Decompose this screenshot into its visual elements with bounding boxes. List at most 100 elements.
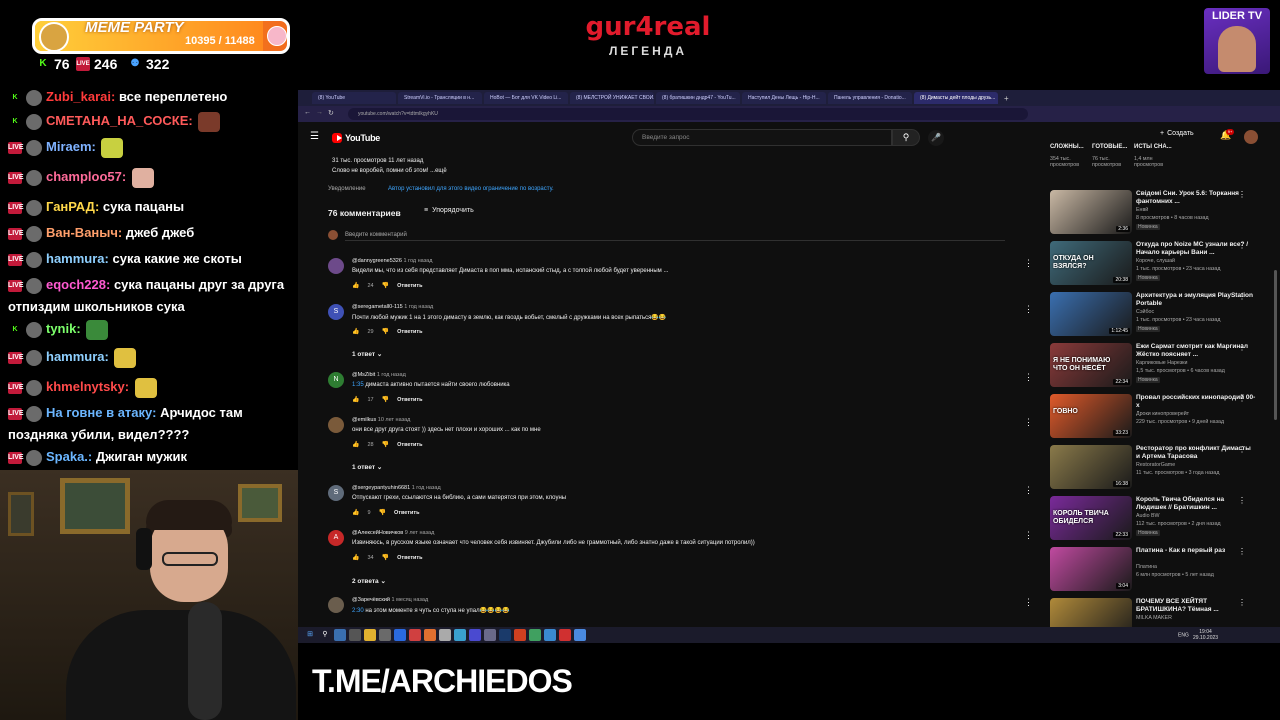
recommendation-item[interactable]: ОТКУДА ОН ВЗЯЛСЯ? 20:38 Откуда про Noize M… [1050,241,1270,287]
recommendation-item[interactable]: 2:36 Свідомі Сни. Урок 5.6: Торкання фант… [1050,190,1270,236]
chat-emote [134,377,157,398]
recommendation-top-item[interactable]: ГОТОВЫЕ... 76 тыс. просмотров [1092,144,1132,168]
chrome-icon[interactable] [409,629,421,641]
recommendation-menu-icon[interactable]: ⋮ [1238,190,1246,199]
chat-username: eqoch228: [46,277,111,292]
search-icon: ⚲ [902,132,910,142]
recommendation-menu-icon[interactable]: ⋮ [1238,241,1246,250]
recommendation-menu-icon[interactable]: ⋮ [1238,445,1246,454]
chat-user-avatar [26,277,42,294]
vk-live-icon: LIVE [8,141,24,154]
recommendation-menu-icon[interactable]: ⋮ [1238,343,1246,352]
recommendation-item[interactable]: 16:38 Ресторатор про конфликт Димасты и А… [1050,445,1270,491]
app-icon[interactable] [514,629,526,641]
recommendation-channel[interactable]: Дроки кинопроверейт [1136,411,1189,417]
recommendation-top-item[interactable]: СЛОЖНЫ... 354 тыс. просмотров [1050,144,1090,168]
recommendation-channel[interactable]: Короче, слушай [1136,258,1175,264]
recommendation-thumbnail[interactable]: ГОВНО 33:23 [1050,394,1132,438]
recommendation-channel[interactable]: Енвй [1136,207,1148,213]
recommendation-top-item[interactable]: ИСТЫ СНА... 1,4 млн просмотров [1134,144,1174,168]
recommendation-thumbnail[interactable]: 2:36 [1050,190,1132,234]
language-indicator[interactable]: ENG [1178,632,1189,638]
recommendation-thumbnail[interactable]: ОТКУДА ОН ВЗЯЛСЯ? 20:38 [1050,241,1132,285]
youtube-logo[interactable]: YouTube [332,131,380,145]
app-icon[interactable] [349,629,361,641]
start-icon[interactable]: ⊞ [304,629,316,641]
recommendation-thumbnail[interactable]: 1:12:45 [1050,292,1132,336]
chat-message: LIVE Miraem: [8,136,296,158]
chat-username: hammura: [46,251,109,266]
recommendation-item[interactable]: 1:12:45 Архитектура и эмуляция PlayStatio… [1050,292,1270,338]
app-icon[interactable] [424,629,436,641]
browser-tab[interactable]: StreamVi.io - Трансляции в н... [398,92,482,104]
recommendation-thumbnail[interactable]: 3:04 [1050,547,1132,591]
browser-tab[interactable]: Наступил Дены Лещь - Hip-H... [742,92,826,104]
thumbnail-caption: КОРОЛЬ ТВИЧА ОБИДЕЛСЯ [1053,510,1109,525]
recommendation-menu-icon[interactable]: ⋮ [1238,292,1246,301]
reload-icon[interactable]: ↻ [328,109,334,117]
browser-tab[interactable]: (8) МЕЛСТРОЙ УНИЖАЕТ СВОИ... [570,92,654,104]
search-button[interactable]: ⚲ [892,129,920,146]
app-icon[interactable] [379,629,391,641]
browser-tab[interactable]: Панель управления - Donatio... [828,92,912,104]
vk-live-icon: LIVE [8,451,24,464]
notifications-badge: 9+ [1226,129,1234,135]
recommendation-thumbnail[interactable]: КОРОЛЬ ТВИЧА ОБИДЕЛСЯ 22:33 [1050,496,1132,540]
recommendation-channel[interactable]: Сэйбос [1136,309,1154,315]
app-icon[interactable] [484,629,496,641]
voice-search-icon[interactable]: 🎤 [928,130,944,146]
app-icon[interactable] [439,629,451,641]
browser-tab[interactable]: (8) YouTube [312,92,396,104]
recommendation-thumbnail[interactable]: 16:38 [1050,445,1132,489]
app-icon[interactable] [574,629,586,641]
menu-icon[interactable]: ☰ [310,131,319,142]
recommendation-menu-icon[interactable]: ⋮ [1238,496,1246,505]
chat-text: все переплетено [118,89,228,104]
wall-painting [238,484,282,522]
scrollbar[interactable] [1274,270,1277,420]
recommendation-meta: 1 тыс. просмотров • 23 часа назад [1136,266,1221,272]
recommendation-menu-icon[interactable]: ⋮ [1238,394,1246,403]
kick-icon: K [8,91,22,104]
task-view-icon[interactable] [334,629,346,641]
file-explorer-icon[interactable] [364,629,376,641]
app-icon[interactable] [544,629,556,641]
recommendation-item[interactable]: ГОВНО 33:23 Провал российских кинопародий … [1050,394,1270,440]
app-icon[interactable] [529,629,541,641]
chat-message: Ktynik: [8,318,296,340]
chat-emote [198,111,221,132]
kick-viewers-count: 76 [54,56,70,72]
video-duration: 33:23 [1113,430,1130,436]
app-icon[interactable] [394,629,406,641]
recommendation-menu-icon[interactable]: ⋮ [1238,547,1246,556]
browser-tab[interactable]: (8) Димасты дейт плоды друзь... [914,92,998,104]
chat-emote [86,319,109,340]
new-badge: Новинка [1136,275,1160,281]
recommendation-channel[interactable]: Карликовые Нарезки [1136,360,1187,366]
recommendation-item[interactable]: КОРОЛЬ ТВИЧА ОБИДЕЛСЯ 22:33 Король Твича О… [1050,496,1270,542]
recommendation-channel[interactable]: Audio BW [1136,513,1160,519]
address-input[interactable]: youtube.com/watch?v=tdtmIkgyhKU [348,108,1028,120]
video-duration: 2:36 [1116,226,1130,232]
search-icon[interactable]: ⚲ [319,629,331,641]
recommendation-item[interactable]: Я НЕ ПОНИМАЮ ЧТО ОН НЕСЁТ 22:34 Ежи Сармат… [1050,343,1270,389]
forward-icon[interactable]: → [316,109,323,116]
back-icon[interactable]: ← [304,109,311,116]
steam-icon[interactable] [499,629,511,641]
telegram-icon[interactable] [454,629,466,641]
create-button[interactable]: + Создать [1160,130,1194,137]
account-avatar[interactable] [1244,130,1258,144]
browser-tab[interactable]: HoBot — Бот для VK Video Li... [484,92,568,104]
recommendation-thumbnail[interactable]: Я НЕ ПОНИМАЮ ЧТО ОН НЕСЁТ 22:34 [1050,343,1132,387]
recommendation-channel[interactable]: MILKA MAKER [1136,615,1172,621]
app-icon[interactable] [559,629,571,641]
recommendation-title: СЛОЖНЫ... [1050,144,1084,150]
discord-icon[interactable] [469,629,481,641]
recommendation-item[interactable]: 3:04 Платина - Как в первый раз Платина 6 м… [1050,547,1270,593]
search-input[interactable]: Введите запрос [632,129,892,146]
recommendation-menu-icon[interactable]: ⋮ [1238,598,1246,607]
new-tab-icon[interactable]: + [1004,94,1009,103]
recommendation-channel[interactable]: RestoratorGame [1136,462,1175,468]
recommendation-channel[interactable]: Платина [1136,564,1157,570]
browser-tab[interactable]: (8) братишкин дндр47 - YouTu... [656,92,740,104]
